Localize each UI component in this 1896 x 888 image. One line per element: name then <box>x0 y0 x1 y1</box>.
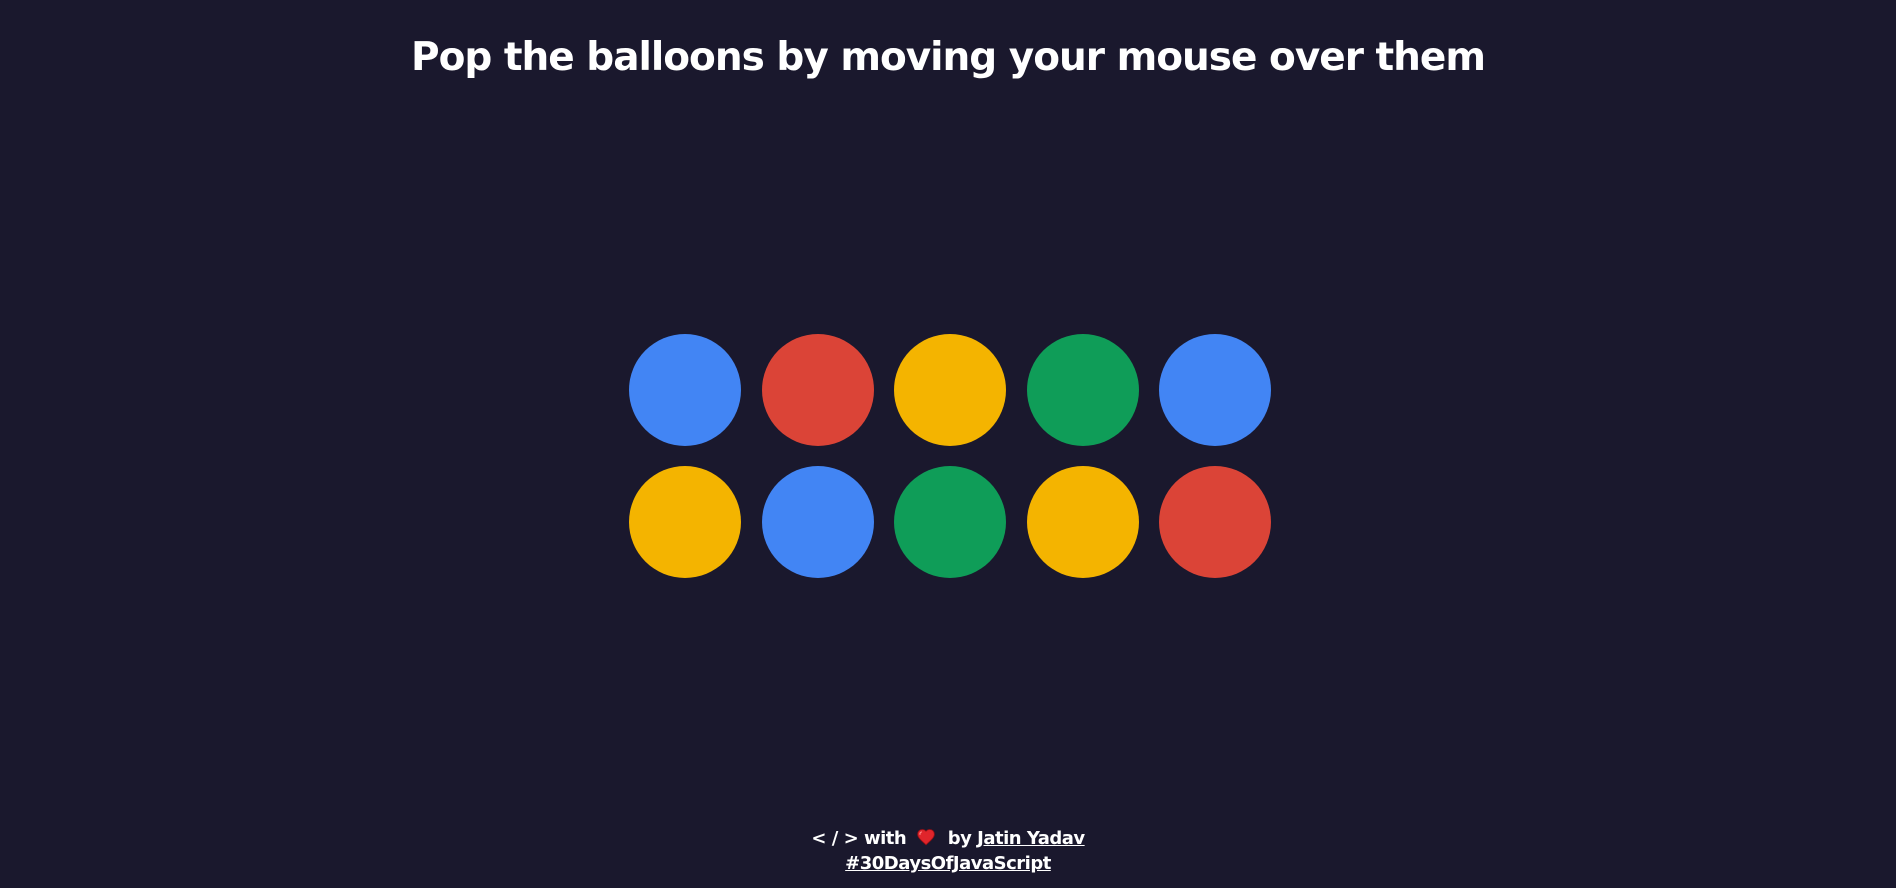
balloon[interactable] <box>629 334 741 446</box>
hashtag-link[interactable]: #30DaysOfJavaScript <box>845 853 1051 874</box>
balloon[interactable] <box>761 334 874 446</box>
balloon-grid <box>629 334 1271 578</box>
balloon[interactable] <box>761 466 874 578</box>
code-symbol: < / > <box>811 828 859 849</box>
page-title: Pop the balloons by moving your mouse ov… <box>410 35 1486 80</box>
balloon[interactable] <box>1026 334 1139 446</box>
footer-hashtag-line: #30DaysOfJavaScript <box>0 851 1896 876</box>
balloon[interactable] <box>894 334 1006 446</box>
author-link[interactable]: Jatin Yadav <box>977 828 1085 849</box>
heart-icon <box>917 829 935 846</box>
balloon[interactable] <box>1159 334 1271 446</box>
with-text: with <box>863 828 907 849</box>
balloon[interactable] <box>1159 466 1271 578</box>
by-text: by <box>947 828 972 849</box>
balloon[interactable] <box>894 466 1006 578</box>
balloon[interactable] <box>629 466 741 578</box>
footer-credit-line: < / > with by Jatin Yadav <box>0 826 1896 851</box>
footer: < / > with by Jatin Yadav #30DaysOfJavaS… <box>0 826 1896 876</box>
balloon[interactable] <box>1026 466 1139 578</box>
